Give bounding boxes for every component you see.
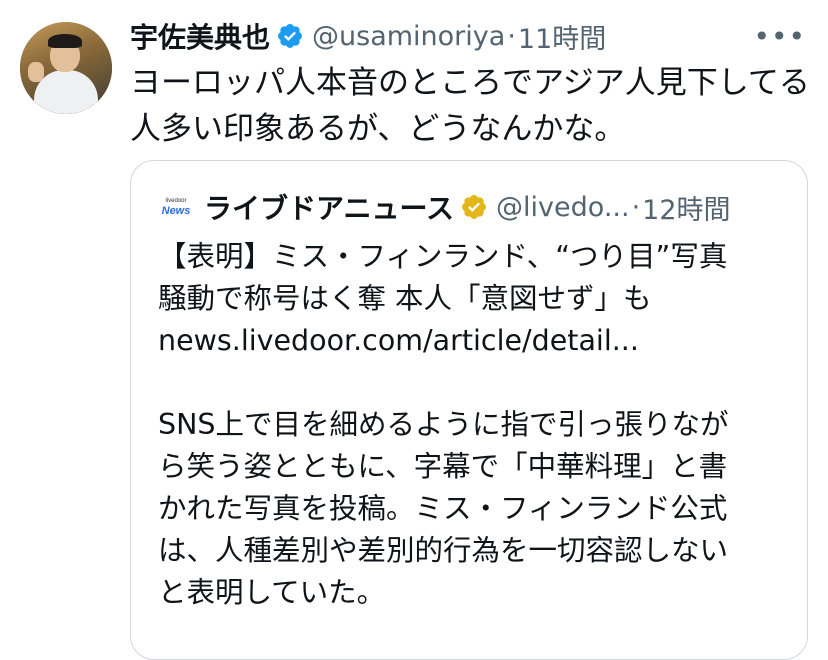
quoted-tweet-time[interactable]: 12時間 [642,188,730,227]
logo-top-text: livedoor [165,197,187,204]
livedoor-news-logo[interactable]: livedoor News [158,189,194,225]
quoted-text-line: ら笑う姿とともに、字幕で「中華料理」と書 [158,450,728,483]
separator-dot: · [631,191,641,223]
separator-dot: · [507,20,516,52]
quoted-link[interactable]: news.livedoor.com/article/detail... [158,320,798,362]
quoted-tweet-body: 【表明】ミス・フィンランド、“つり目”写真 騒動で称号はく奪 本人「意図せず」も… [158,236,798,614]
quoted-tweet-header: livedoor News ライブドアニュース @livedo... · 12時… [158,186,731,228]
tweet-text-line: 人多い印象あるが、どうなんかな。 [130,111,626,147]
avatar[interactable] [20,22,112,114]
author-name[interactable]: 宇佐美典也 [130,16,270,56]
quoted-author-name[interactable]: ライブドアニュース [204,187,454,227]
quoted-author-handle[interactable]: @livedo... [496,192,630,223]
verified-badge-blue-icon [278,24,302,48]
quoted-text-line: SNS上で目を細めるように指で引っ張りなが [158,408,729,441]
logo-bottom-text: News [161,204,191,217]
tweet-text-line: ヨーロッパ人本音のところでアジア人見下してる [130,65,810,101]
tweet-text: ヨーロッパ人本音のところでアジア人見下してる 人多い印象あるが、どうなんかな。 [130,60,810,152]
author-handle[interactable]: @usaminoriya [312,21,505,52]
tweet-header: 宇佐美典也 @usaminoriya · 11時間 [130,16,606,56]
quoted-text-line: 騒動で称号はく奪 本人「意図せず」も [158,282,652,315]
verified-badge-gold-icon [462,195,487,219]
quoted-text-line: かれた写真を投稿。ミス・フィンランド公式 [158,492,728,525]
tweet-time[interactable]: 11時間 [518,17,606,56]
quoted-text-line: は、人種差別や差別的行為を一切容認しない [158,534,729,567]
quoted-text-line: と表明していた。 [158,576,386,609]
more-dots-icon[interactable]: ••• [753,20,806,53]
quoted-text-line: 【表明】ミス・フィンランド、“つり目”写真 [158,240,728,273]
